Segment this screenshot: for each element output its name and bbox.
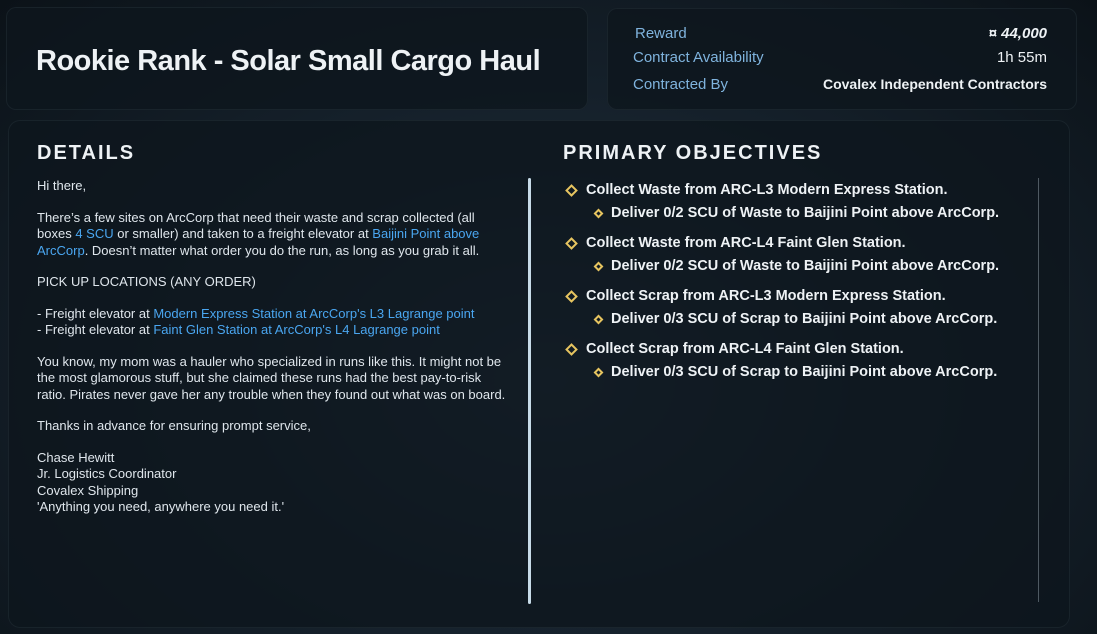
signature-motto: 'Anything you need, anywhere you need it… [37, 499, 285, 514]
objective-main-text: Collect Scrap from ARC-L3 Modern Express… [586, 288, 946, 304]
details-text-span: or smaller) and taken to a freight eleva… [113, 226, 373, 241]
objective-diamond-icon [565, 237, 578, 250]
contracted-by-label: Contracted By [633, 76, 729, 93]
contract-title: Rookie Rank - Solar Small Cargo Haul [36, 45, 541, 77]
reward-label: Reward [635, 25, 687, 42]
availability-value: 1h 55m [996, 49, 1047, 66]
contracted-by-value: Covalex Independent Contractors [822, 76, 1047, 92]
objective-sub: Deliver 0/2 SCU of Waste to Baijini Poin… [564, 204, 1034, 223]
objective-sub: Deliver 0/2 SCU of Waste to Baijini Poin… [564, 257, 1034, 276]
objective-main-text: Collect Scrap from ARC-L4 Faint Glen Sta… [586, 341, 904, 357]
signature-name: Chase Hewitt [37, 449, 115, 465]
details-greeting: Hi there, [37, 178, 87, 193]
objective-diamond-icon [593, 314, 604, 325]
pickup-location-1: - Freight elevator at Modern Express Sta… [37, 306, 507, 323]
details-text[interactable]: Hi there, There’s a few sites on ArcCorp… [37, 178, 507, 516]
availability-row: Contract Availability 1h 55m [607, 49, 1077, 71]
signature-title: Jr. Logistics Coordinator [37, 466, 177, 481]
objective-diamond-icon [565, 290, 578, 303]
details-heading: DETAILS [37, 142, 136, 164]
objective-main: Collect Scrap from ARC-L4 Faint Glen Sta… [564, 339, 1034, 359]
details-scrollbar[interactable] [528, 178, 531, 604]
contract-screen: Rookie Rank - Solar Small Cargo Haul Rew… [0, 0, 1097, 634]
objective-group: Collect Scrap from ARC-L3 Modern Express… [564, 286, 1034, 329]
objective-diamond-icon [593, 208, 604, 219]
objective-main: Collect Waste from ARC-L4 Faint Glen Sta… [564, 233, 1034, 253]
contract-info-panel: Reward ¤ 44,000 Contract Availability 1h… [607, 8, 1077, 110]
objective-diamond-icon [565, 184, 578, 197]
modern-express-link[interactable]: Modern Express Station at ArcCorp's L3 L… [153, 306, 474, 321]
objective-sub: Deliver 0/3 SCU of Scrap to Baijini Poin… [564, 363, 1034, 382]
pickup-location-2: - Freight elevator at Faint Glen Station… [37, 322, 507, 339]
pickup-prefix: - Freight elevator at [37, 305, 154, 321]
objectives-list: Collect Waste from ARC-L3 Modern Express… [564, 180, 1034, 392]
objective-diamond-icon [593, 367, 604, 378]
faint-glen-link[interactable]: Faint Glen Station at ArcCorp's L4 Lagra… [153, 322, 440, 337]
objective-sub-text: Deliver 0/2 SCU of Waste to Baijini Poin… [611, 205, 1000, 221]
contract-body-panel: DETAILS Hi there, There’s a few sites on… [8, 120, 1070, 628]
title-panel: Rookie Rank - Solar Small Cargo Haul [6, 7, 588, 110]
reward-row: Reward ¤ 44,000 [607, 25, 1077, 47]
objective-sub-text: Deliver 0/2 SCU of Waste to Baijini Poin… [611, 258, 1000, 274]
objective-main-text: Collect Waste from ARC-L4 Faint Glen Sta… [586, 235, 906, 251]
objective-sub: Deliver 0/3 SCU of Scrap to Baijini Poin… [564, 310, 1034, 329]
availability-label: Contract Availability [633, 49, 764, 66]
pickup-heading: PICK UP LOCATIONS (ANY ORDER) [37, 274, 256, 289]
objectives-scroll-edge [1038, 178, 1039, 602]
pickup-prefix: - Freight elevator at [37, 322, 154, 337]
details-text-span: . Doesn’t matter what order you do the r… [84, 242, 480, 258]
reward-value: ¤ 44,000 [988, 25, 1047, 42]
contracted-by-row: Contracted By Covalex Independent Contra… [607, 76, 1077, 98]
objective-main: Collect Scrap from ARC-L3 Modern Express… [564, 286, 1034, 306]
objective-sub-text: Deliver 0/3 SCU of Scrap to Baijini Poin… [611, 364, 998, 380]
objective-group: Collect Scrap from ARC-L4 Faint Glen Sta… [564, 339, 1034, 382]
objective-diamond-icon [565, 343, 578, 356]
objective-group: Collect Waste from ARC-L3 Modern Express… [564, 180, 1034, 223]
details-paragraph-1: There’s a few sites on ArcCorp that need… [37, 210, 507, 260]
objective-sub-text: Deliver 0/3 SCU of Scrap to Baijini Poin… [611, 311, 998, 327]
objectives-heading: PRIMARY OBJECTIVES [563, 142, 823, 164]
scu-link[interactable]: 4 SCU [75, 226, 113, 241]
objective-diamond-icon [593, 261, 604, 272]
objective-group: Collect Waste from ARC-L4 Faint Glen Sta… [564, 233, 1034, 276]
objective-main: Collect Waste from ARC-L3 Modern Express… [564, 180, 1034, 200]
details-thanks: Thanks in advance for ensuring prompt se… [37, 418, 311, 433]
signature-company: Covalex Shipping [37, 482, 139, 498]
objective-main-text: Collect Waste from ARC-L3 Modern Express… [586, 182, 948, 198]
details-scrollbar-thumb[interactable] [528, 178, 531, 604]
details-paragraph-3: You know, my mom was a hauler who specia… [37, 353, 506, 402]
